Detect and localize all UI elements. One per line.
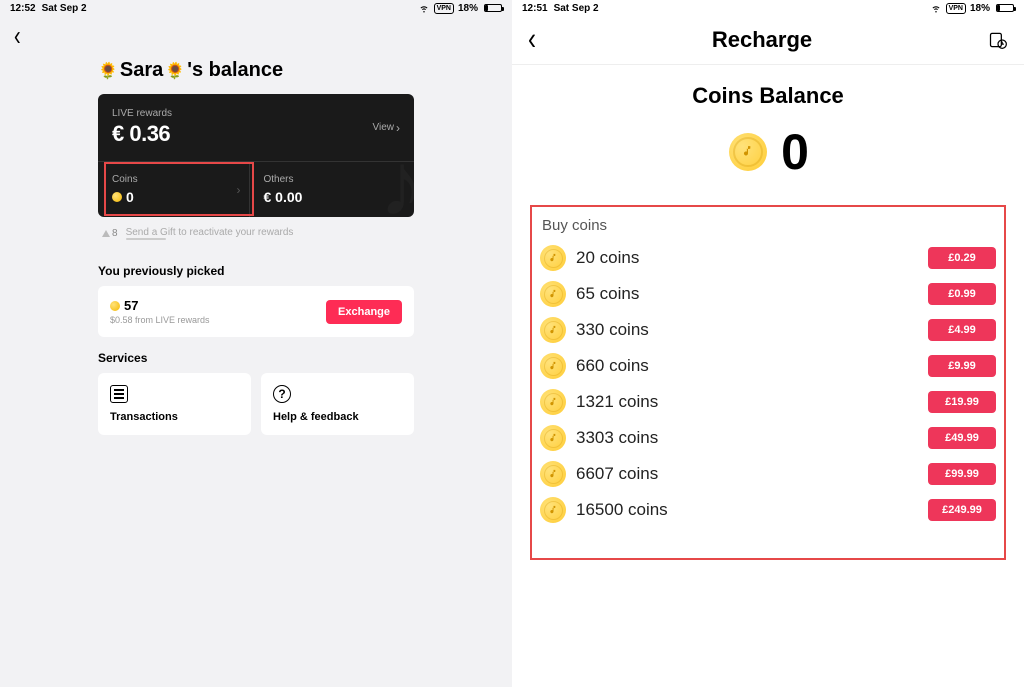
- live-rewards-amount: € 0.36: [112, 121, 172, 147]
- coin-icon: [540, 389, 566, 415]
- vpn-badge: VPN: [434, 3, 454, 14]
- status-bar: 12:51 Sat Sep 2 VPN 18%: [512, 0, 1024, 16]
- help-label: Help & feedback: [273, 411, 402, 423]
- others-cell[interactable]: Others € 0.00: [250, 162, 401, 217]
- coin-package-label: 3303 coins: [576, 428, 658, 448]
- buy-coins-title: Buy coins: [542, 217, 996, 234]
- chevron-left-icon: ‹: [14, 21, 21, 53]
- title-suffix: 's balance: [187, 59, 283, 82]
- coins-label: Coins: [112, 174, 249, 185]
- battery-icon: [482, 4, 502, 12]
- coin-package-row: 65 coins £0.99: [540, 276, 996, 312]
- recharge-screen: 12:51 Sat Sep 2 VPN 18% ‹ Recharge Coins…: [512, 0, 1024, 687]
- coin-package-label: 65 coins: [576, 284, 639, 304]
- chevron-right-icon: ›: [396, 121, 400, 135]
- sunflower-icon: 🌻: [98, 61, 118, 81]
- buy-button[interactable]: £249.99: [928, 499, 996, 521]
- coin-icon: [729, 133, 767, 171]
- coin-package-label: 330 coins: [576, 320, 649, 340]
- pick-amount: 57: [124, 298, 138, 313]
- view-link[interactable]: View ›: [373, 121, 401, 135]
- coin-icon: [540, 353, 566, 379]
- coins-cell[interactable]: Coins 0 ›: [112, 162, 250, 217]
- buy-button[interactable]: £0.29: [928, 247, 996, 269]
- coin-package-label: 660 coins: [576, 356, 649, 376]
- pick-sub: $0.58 from LIVE rewards: [110, 315, 210, 325]
- coin-icon: [540, 461, 566, 487]
- live-rewards-label: LIVE rewards: [112, 108, 172, 119]
- balance-value: 0: [781, 123, 807, 181]
- wifi-icon: [418, 2, 430, 14]
- transactions-card[interactable]: Transactions: [98, 373, 251, 435]
- buy-button[interactable]: £99.99: [928, 463, 996, 485]
- coins-value: 0: [126, 189, 134, 205]
- coin-icon: [540, 317, 566, 343]
- coin-icon: [540, 425, 566, 451]
- coin-package-row: 6607 coins £99.99: [540, 456, 996, 492]
- status-time: 12:51: [522, 3, 548, 14]
- balance-screen: 12:52 Sat Sep 2 VPN 18% ‹ 🌻Sara🌻's balan…: [0, 0, 512, 687]
- coin-icon: [110, 301, 120, 311]
- buy-button[interactable]: £49.99: [928, 427, 996, 449]
- coin-package-row: 3303 coins £49.99: [540, 420, 996, 456]
- hint-count: 8: [112, 228, 118, 239]
- status-date: Sat Sep 2: [554, 3, 599, 14]
- buy-button[interactable]: £0.99: [928, 283, 996, 305]
- coin-icon: [540, 281, 566, 307]
- gift-hint-row: 8 Send a Gift to reactivate your rewards: [98, 217, 414, 250]
- back-button[interactable]: ‹: [528, 22, 536, 58]
- sunflower-icon: 🌻: [165, 61, 185, 81]
- nav-back[interactable]: ‹: [0, 16, 512, 59]
- receipt-icon: [110, 385, 128, 403]
- others-label: Others: [264, 174, 401, 185]
- header-title: Recharge: [712, 27, 812, 53]
- buy-button[interactable]: £19.99: [928, 391, 996, 413]
- services-heading: Services: [98, 351, 414, 365]
- coin-package-label: 6607 coins: [576, 464, 658, 484]
- chevron-right-icon: ›: [237, 183, 241, 197]
- coin-package-row: 330 coins £4.99: [540, 312, 996, 348]
- coin-package-row: 1321 coins £19.99: [540, 384, 996, 420]
- help-card[interactable]: ? Help & feedback: [261, 373, 414, 435]
- recharge-header: ‹ Recharge: [512, 16, 1024, 65]
- coin-icon: [540, 497, 566, 523]
- transaction-history-icon[interactable]: [988, 30, 1008, 50]
- triangle-icon: [102, 230, 110, 237]
- battery-percent: 18%: [970, 3, 990, 14]
- coin-package-row: 16500 coins £249.99: [540, 492, 996, 528]
- buy-button[interactable]: £9.99: [928, 355, 996, 377]
- vpn-badge: VPN: [946, 3, 966, 14]
- coin-package-row: 660 coins £9.99: [540, 348, 996, 384]
- live-rewards-card: ♪ LIVE rewards € 0.36 View › Coins 0 ›: [98, 94, 414, 217]
- status-time: 12:52: [10, 3, 36, 14]
- status-date: Sat Sep 2: [42, 3, 87, 14]
- coin-package-label: 20 coins: [576, 248, 639, 268]
- page-title: 🌻Sara🌻's balance: [98, 59, 414, 82]
- exchange-button[interactable]: Exchange: [326, 300, 402, 324]
- coin-package-row: 20 coins £0.29: [540, 240, 996, 276]
- question-icon: ?: [273, 385, 291, 403]
- buy-button[interactable]: £4.99: [928, 319, 996, 341]
- title-name: Sara: [120, 59, 163, 82]
- hint-progress: [126, 238, 166, 240]
- previously-picked-heading: You previously picked: [98, 264, 414, 278]
- others-value: € 0.00: [264, 189, 401, 205]
- hint-text: Send a Gift to reactivate your rewards: [126, 227, 410, 238]
- wifi-icon: [930, 2, 942, 14]
- coin-icon: [112, 192, 122, 202]
- coin-package-label: 16500 coins: [576, 500, 668, 520]
- status-bar: 12:52 Sat Sep 2 VPN 18%: [0, 0, 512, 16]
- transactions-label: Transactions: [110, 411, 239, 423]
- coins-balance-display: 0: [512, 123, 1024, 181]
- buy-coins-section: Buy coins 20 coins £0.29 65 coins £0.99 330 …: [530, 205, 1006, 560]
- previously-picked-card: 57 $0.58 from LIVE rewards Exchange: [98, 286, 414, 337]
- view-label: View: [373, 122, 395, 133]
- battery-percent: 18%: [458, 3, 478, 14]
- coins-balance-title: Coins Balance: [512, 83, 1024, 109]
- battery-icon: [994, 4, 1014, 12]
- hint-badge: 8: [102, 228, 118, 239]
- coin-icon: [540, 245, 566, 271]
- coin-package-label: 1321 coins: [576, 392, 658, 412]
